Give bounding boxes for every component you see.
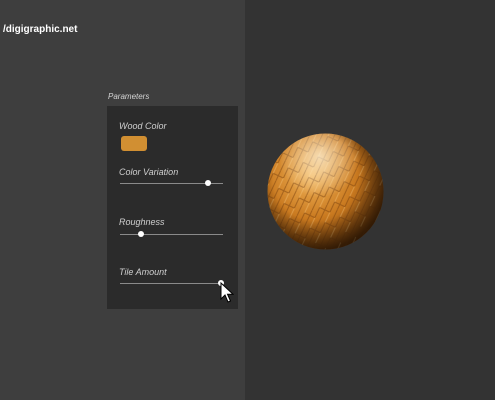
wood-color-label: Wood Color <box>119 121 167 131</box>
watermark: /digigraphic.net <box>3 24 78 35</box>
tile-amount-slider[interactable] <box>120 278 224 290</box>
wood-color-swatch[interactable] <box>121 136 147 151</box>
tile-amount-label: Tile Amount <box>119 267 167 277</box>
roughness-slider[interactable] <box>120 229 223 241</box>
mouse-pointer-icon <box>220 282 234 303</box>
slider-track <box>120 283 223 284</box>
slider-thumb[interactable] <box>137 231 144 237</box>
parameters-panel: Wood Color Color Variation Roughness Til… <box>107 106 238 309</box>
color-variation-slider[interactable] <box>120 178 223 190</box>
panel-title: Parameters <box>108 92 150 101</box>
wood-sphere-preview <box>267 133 384 250</box>
slider-thumb[interactable] <box>204 180 211 186</box>
color-variation-label: Color Variation <box>119 167 179 177</box>
roughness-label: Roughness <box>119 217 165 227</box>
slider-track <box>120 234 223 235</box>
